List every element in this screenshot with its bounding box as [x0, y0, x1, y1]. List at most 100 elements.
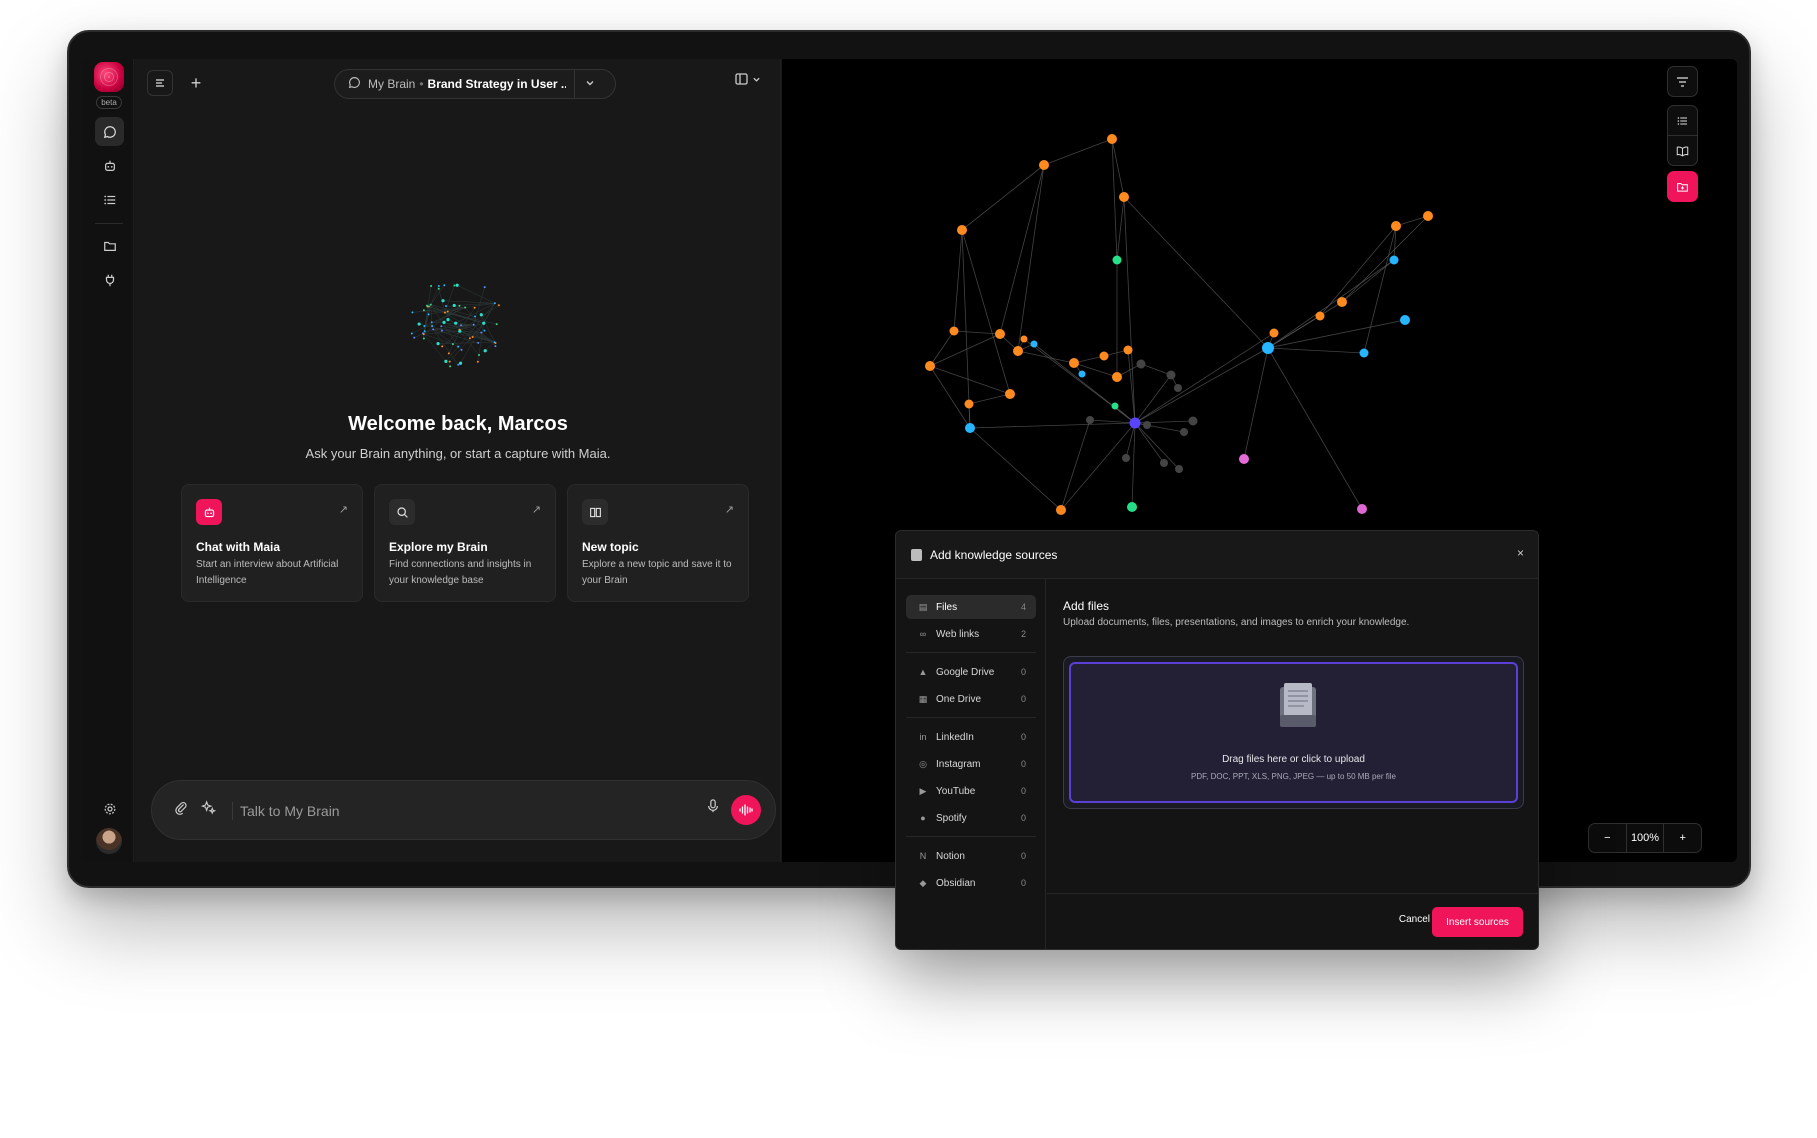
graph-node[interactable]: [1030, 340, 1038, 348]
sidebar-item-settings[interactable]: [95, 794, 124, 823]
graph-node[interactable]: [1122, 454, 1130, 462]
reader-view-button[interactable]: [1667, 135, 1698, 166]
source-item-files[interactable]: ▤ Files 4: [906, 595, 1036, 619]
graph-node[interactable]: [1069, 358, 1079, 368]
source-item-spotify[interactable]: ● Spotify 0: [906, 806, 1036, 830]
graph-node[interactable]: [1129, 417, 1141, 429]
breadcrumb[interactable]: My Brain • Brand Strategy in User ...: [334, 69, 616, 99]
source-item-obsidian[interactable]: ◆ Obsidian 0: [906, 871, 1036, 895]
graph-node[interactable]: [965, 423, 975, 433]
graph-node[interactable]: [1400, 315, 1410, 325]
source-item-web-links[interactable]: ∞ Web links 2: [906, 622, 1036, 646]
sidebar-item-plug[interactable]: [95, 265, 124, 294]
add-sources-button[interactable]: [1667, 171, 1698, 202]
source-item-notion[interactable]: N Notion 0: [906, 844, 1036, 868]
graph-node[interactable]: [1111, 402, 1119, 410]
cancel-button[interactable]: Cancel: [1399, 914, 1430, 925]
microphone-icon[interactable]: [707, 799, 719, 816]
orb-dot: [483, 329, 486, 332]
graph-node[interactable]: [925, 361, 935, 371]
graph-node[interactable]: [1239, 454, 1249, 464]
graph-node[interactable]: [1359, 348, 1369, 358]
graph-node[interactable]: [1005, 389, 1015, 399]
graph-node[interactable]: [1143, 421, 1151, 429]
chevron-down-icon[interactable]: [575, 77, 605, 91]
brain-logo[interactable]: [94, 62, 124, 92]
sidebar-item-chat[interactable]: [95, 117, 124, 146]
source-count: 4: [1020, 602, 1026, 612]
graph-node[interactable]: [1160, 459, 1168, 467]
breadcrumb-topic[interactable]: Brand Strategy in User ...: [428, 77, 566, 91]
toggle-sidebar-button[interactable]: [147, 70, 173, 96]
graph-node[interactable]: [1039, 160, 1049, 170]
graph-node[interactable]: [995, 329, 1005, 339]
graph-node[interactable]: [1123, 345, 1133, 355]
graph-node[interactable]: [1086, 416, 1094, 424]
voice-mode-button[interactable]: [731, 795, 761, 825]
graph-node[interactable]: [1315, 311, 1325, 321]
waveform-icon: [739, 804, 753, 816]
graph-node[interactable]: [1136, 359, 1146, 369]
insert-sources-button[interactable]: Insert sources: [1432, 907, 1523, 937]
graph-node[interactable]: [1180, 428, 1188, 436]
orb-dot: [422, 333, 425, 336]
graph-node[interactable]: [1174, 384, 1182, 392]
card-chat-with-maia[interactable]: ↗ Chat with Maia Start an interview abou…: [181, 484, 363, 602]
graph-node[interactable]: [1389, 255, 1399, 265]
sidebar-item-folder[interactable]: [95, 231, 124, 260]
new-chat-button[interactable]: +: [185, 71, 207, 95]
orb-dot: [477, 341, 480, 344]
paperclip-icon[interactable]: [174, 801, 188, 819]
graph-node[interactable]: [1423, 211, 1433, 221]
sparkles-icon[interactable]: [200, 800, 217, 819]
orb-dot: [495, 323, 498, 326]
zoom-out-button[interactable]: −: [1589, 832, 1626, 844]
card-new-topic[interactable]: ↗ New topic Explore a new topic and save…: [567, 484, 749, 602]
graph-node[interactable]: [1107, 134, 1117, 144]
orb-dot: [474, 315, 477, 318]
notion-icon: N: [919, 851, 927, 861]
orb-dot: [425, 304, 428, 307]
sidebar-item-maia[interactable]: [95, 151, 124, 180]
source-item-one-drive[interactable]: ▦ One Drive 0: [906, 687, 1036, 711]
layout-toggle-button[interactable]: [735, 73, 761, 85]
list-view-button[interactable]: [1667, 105, 1698, 136]
graph-node[interactable]: [1357, 504, 1367, 514]
source-item-linkedin[interactable]: in LinkedIn 0: [906, 725, 1036, 749]
card-explore-my-brain[interactable]: ↗ Explore my Brain Find connections and …: [374, 484, 556, 602]
sidebar-item-list[interactable]: [95, 185, 124, 214]
graph-node[interactable]: [1337, 297, 1347, 307]
graph-node[interactable]: [964, 399, 974, 409]
graph-node[interactable]: [1020, 335, 1028, 343]
graph-node[interactable]: [1188, 416, 1198, 426]
breadcrumb-brain[interactable]: My Brain: [368, 77, 415, 91]
graph-node[interactable]: [1391, 221, 1401, 231]
graph-node[interactable]: [1099, 351, 1109, 361]
graph-node[interactable]: [1269, 328, 1279, 338]
graph-node[interactable]: [1112, 372, 1122, 382]
close-icon[interactable]: ×: [1517, 546, 1524, 560]
source-item-youtube[interactable]: ▶ YouTube 0: [906, 779, 1036, 803]
user-avatar[interactable]: [96, 828, 122, 854]
source-item-instagram[interactable]: ◎ Instagram 0: [906, 752, 1036, 776]
graph-node[interactable]: [1166, 370, 1176, 380]
graph-node[interactable]: [1175, 465, 1183, 473]
source-item-google-drive[interactable]: ▲ Google Drive 0: [906, 660, 1036, 684]
graph-node[interactable]: [1056, 505, 1066, 515]
dropzone-inner[interactable]: Drag files here or click to upload PDF, …: [1069, 662, 1518, 803]
orb-dot: [422, 309, 425, 312]
graph-node[interactable]: [1112, 255, 1122, 265]
zoom-in-button[interactable]: +: [1664, 832, 1701, 844]
graph-node[interactable]: [1078, 370, 1086, 378]
file-dropzone[interactable]: Drag files here or click to upload PDF, …: [1063, 656, 1524, 809]
source-count: 0: [1020, 694, 1026, 704]
graph-node[interactable]: [1262, 342, 1274, 354]
orb-dot: [483, 286, 486, 289]
chat-input[interactable]: [240, 798, 680, 824]
graph-node[interactable]: [957, 225, 967, 235]
graph-node[interactable]: [1119, 192, 1129, 202]
filter-button[interactable]: [1667, 66, 1698, 97]
graph-node[interactable]: [949, 326, 959, 336]
graph-node[interactable]: [1013, 346, 1023, 356]
graph-node[interactable]: [1127, 502, 1137, 512]
